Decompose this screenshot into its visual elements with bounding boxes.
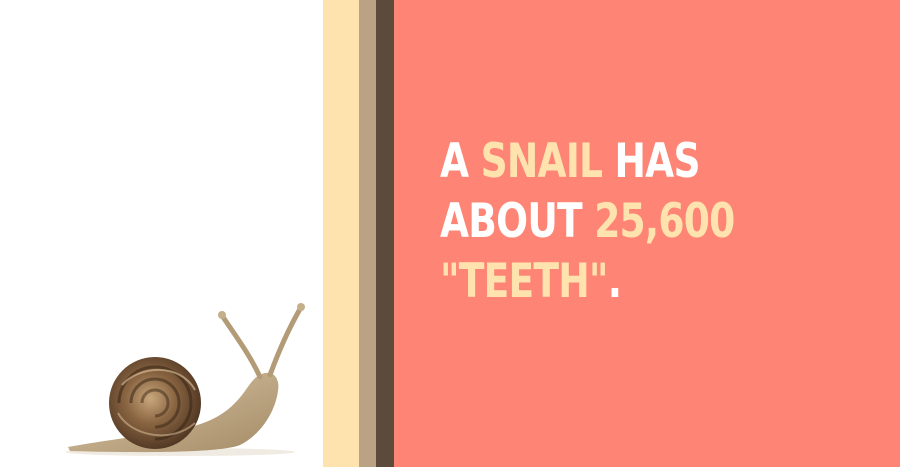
- stripe-tan: [359, 0, 376, 467]
- fact-line-2-part-1: ABOUT: [440, 194, 595, 249]
- fact-line-2: ABOUT 25,600: [440, 192, 792, 252]
- fact-highlight-number: 25,600: [594, 194, 735, 249]
- fact-line-1: A SNAIL HAS: [440, 132, 792, 192]
- fact-highlight-teeth: "TEETH": [440, 254, 609, 309]
- fact-line-1-part-2: HAS: [602, 134, 700, 189]
- fact-line-3: "TEETH".: [440, 252, 792, 312]
- fact-text: A SNAIL HAS ABOUT 25,600 "TEETH".: [440, 132, 792, 312]
- stripe-light: [323, 0, 359, 467]
- fact-line-1-part-1: A: [440, 134, 481, 189]
- fact-highlight-snail: SNAIL: [480, 134, 603, 189]
- text-panel: A SNAIL HAS ABOUT 25,600 "TEETH".: [394, 0, 900, 467]
- image-panel: [0, 0, 323, 467]
- stripe-dark: [376, 0, 394, 467]
- snail-illustration: [65, 303, 305, 456]
- fact-line-3-period: .: [607, 254, 622, 309]
- infographic-card: A SNAIL HAS ABOUT 25,600 "TEETH".: [0, 0, 900, 467]
